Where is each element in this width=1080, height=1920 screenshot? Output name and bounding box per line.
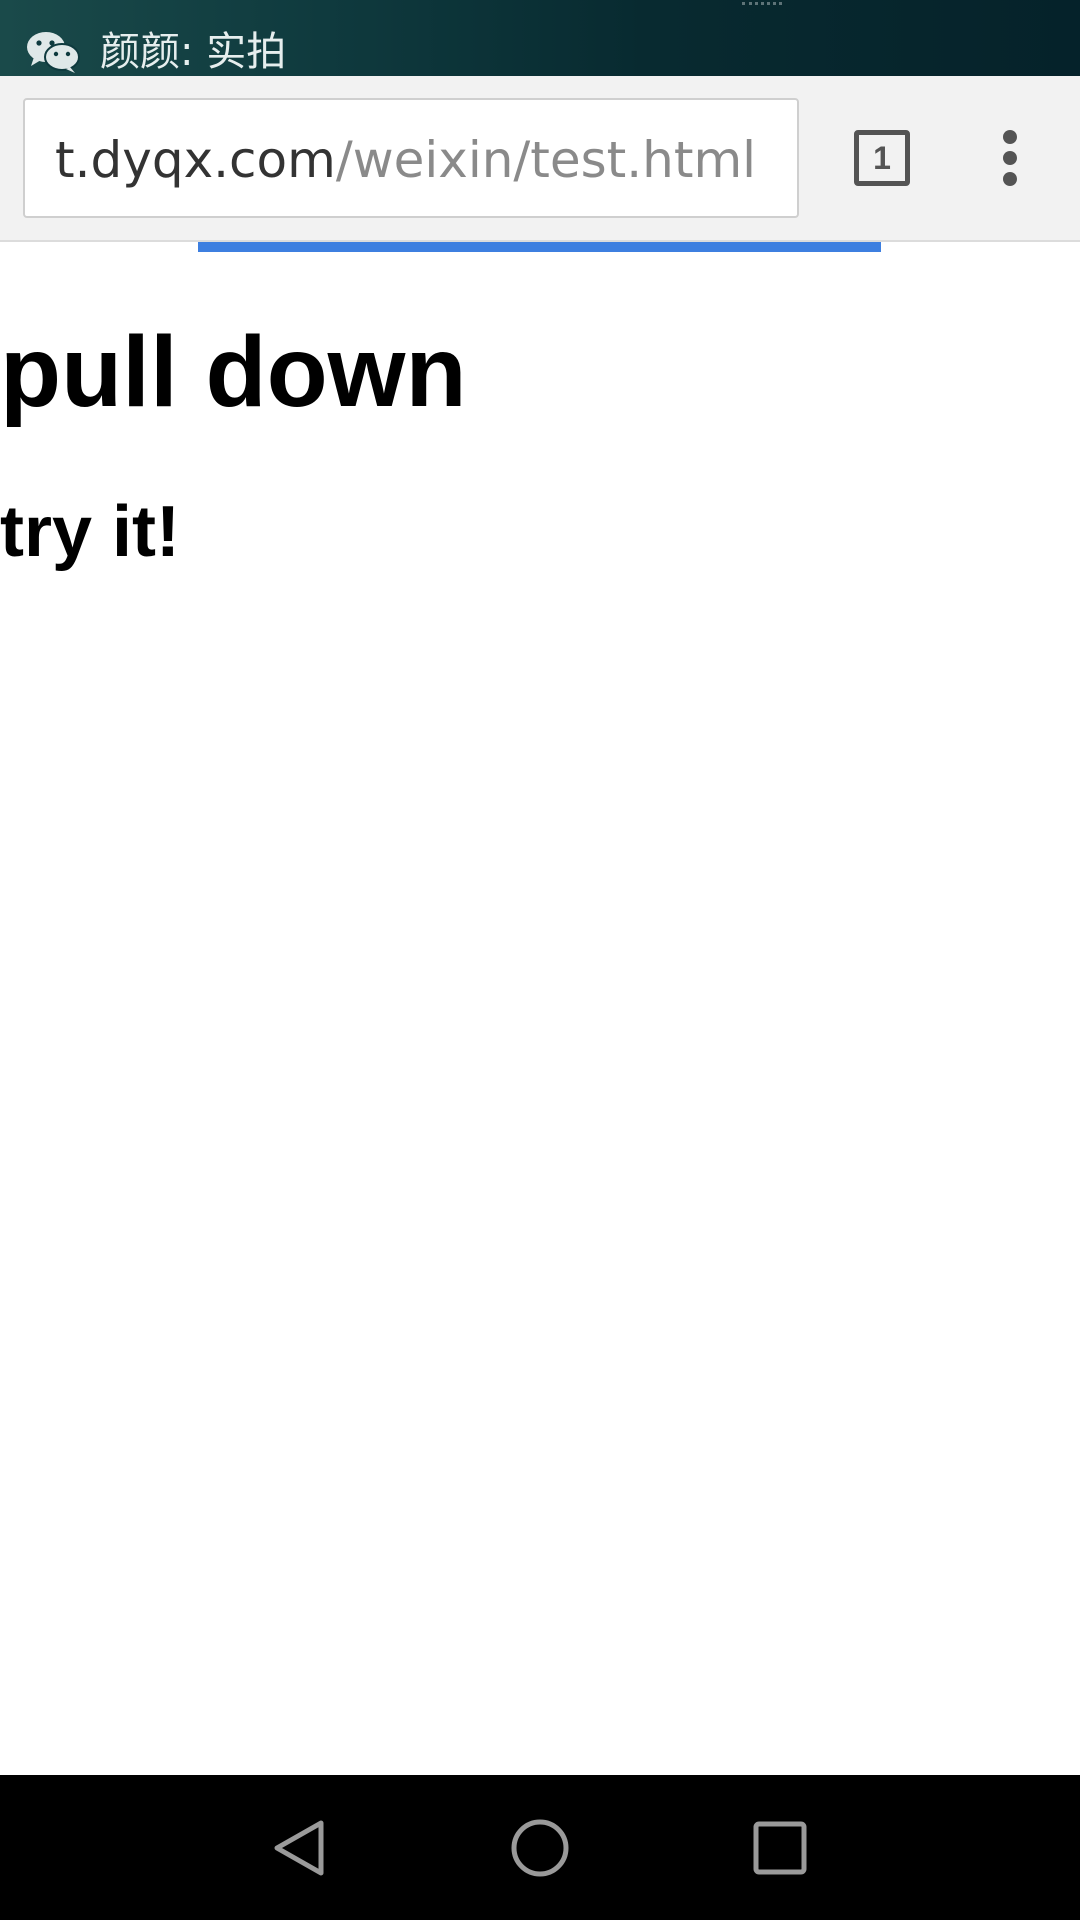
- status-bar[interactable]: 颜颜: 实拍: [0, 0, 1080, 76]
- menu-dot: [1003, 130, 1017, 144]
- recents-icon[interactable]: [725, 1793, 835, 1903]
- web-content[interactable]: pull down try it!: [0, 252, 1080, 1775]
- back-icon[interactable]: [245, 1793, 355, 1903]
- tab-count: 1: [873, 140, 891, 176]
- url-domain: t.dyqx.com: [55, 131, 336, 189]
- home-icon[interactable]: [485, 1793, 595, 1903]
- page-heading: pull down: [0, 316, 467, 428]
- status-indicator: [742, 0, 782, 5]
- wechat-icon: [27, 32, 80, 73]
- menu-dot: [1003, 151, 1017, 165]
- notification-text: 颜颜: 实拍: [100, 29, 287, 75]
- page-load-progress: [0, 242, 1080, 252]
- url-text: t.dyqx.com/weixin/test.html: [55, 130, 756, 190]
- browser-toolbar: t.dyqx.com/weixin/test.html 1: [0, 76, 1080, 242]
- screen: 颜颜: 实拍 t.dyqx.com/weixin/test.html 1 pul…: [0, 0, 1080, 1920]
- url-path: /weixin/test.html: [335, 131, 757, 189]
- menu-dot: [1003, 172, 1017, 186]
- overflow-menu-icon[interactable]: [990, 128, 1030, 188]
- page-subheading: try it!: [0, 492, 180, 572]
- url-bar[interactable]: t.dyqx.com/weixin/test.html: [23, 98, 799, 218]
- navigation-bar: [0, 1775, 1080, 1920]
- page-load-progress-fill: [198, 242, 881, 252]
- tab-switcher-button[interactable]: 1: [854, 130, 910, 186]
